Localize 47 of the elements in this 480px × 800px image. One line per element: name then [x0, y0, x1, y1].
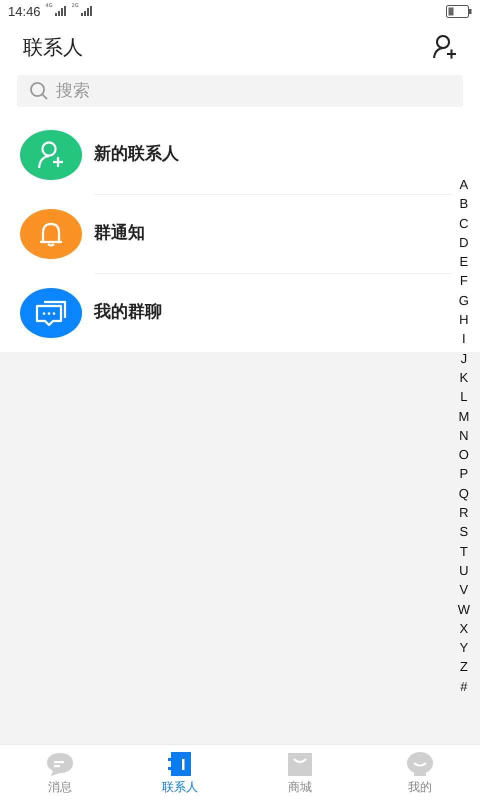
- index-letter[interactable]: H: [459, 310, 469, 330]
- index-letter[interactable]: M: [458, 406, 470, 426]
- battery-icon: [446, 4, 472, 18]
- list-item-label: 我的群聊: [94, 301, 163, 324]
- signal-icon: [54, 6, 67, 16]
- index-letter[interactable]: C: [459, 214, 469, 233]
- index-letter[interactable]: D: [459, 232, 469, 252]
- list-item[interactable]: 我的群聊: [0, 273, 452, 352]
- page-title: 联系人: [23, 34, 83, 60]
- index-letter[interactable]: P: [460, 464, 468, 484]
- add-contact-icon[interactable]: [432, 34, 458, 60]
- index-letter[interactable]: S: [460, 522, 468, 542]
- shopping-bag-icon: [285, 751, 315, 777]
- index-letter[interactable]: E: [460, 252, 468, 272]
- index-letter[interactable]: T: [460, 542, 468, 561]
- index-letter[interactable]: B: [460, 194, 468, 214]
- index-letter[interactable]: R: [459, 503, 469, 522]
- index-letter[interactable]: Y: [460, 638, 468, 658]
- face-icon: [405, 751, 435, 777]
- list-item-label: 群通知: [94, 194, 452, 274]
- index-letter[interactable]: K: [460, 368, 468, 388]
- tab[interactable]: 我的: [360, 745, 480, 800]
- index-letter[interactable]: L: [460, 387, 468, 407]
- index-letter[interactable]: I: [462, 329, 466, 349]
- index-letter[interactable]: U: [459, 560, 469, 580]
- index-letter[interactable]: N: [459, 426, 469, 446]
- index-letter[interactable]: V: [460, 580, 468, 600]
- tab[interactable]: 消息: [0, 745, 120, 800]
- index-letter[interactable]: O: [458, 445, 469, 464]
- index-letter[interactable]: #: [460, 676, 468, 696]
- index-letter[interactable]: G: [458, 290, 469, 310]
- index-letter[interactable]: Q: [458, 484, 469, 504]
- tab[interactable]: 联系人: [120, 745, 240, 800]
- index-letter[interactable]: W: [458, 600, 470, 619]
- index-letter[interactable]: X: [460, 618, 468, 638]
- index-letter[interactable]: F: [460, 271, 468, 291]
- search-field[interactable]: 搜索: [17, 75, 463, 107]
- list-item-label: 新的联系人: [94, 114, 452, 194]
- list-item[interactable]: 群通知: [0, 194, 452, 273]
- chat-bubble-icon: [45, 751, 75, 777]
- index-letter[interactable]: Z: [460, 657, 468, 677]
- signal-icon: [80, 6, 93, 16]
- tab[interactable]: 商城: [240, 745, 360, 800]
- index-letter[interactable]: J: [460, 348, 468, 368]
- status-time: 14:46: [8, 4, 41, 18]
- index-letter[interactable]: A: [460, 175, 468, 194]
- list-item[interactable]: 新的联系人: [0, 115, 452, 194]
